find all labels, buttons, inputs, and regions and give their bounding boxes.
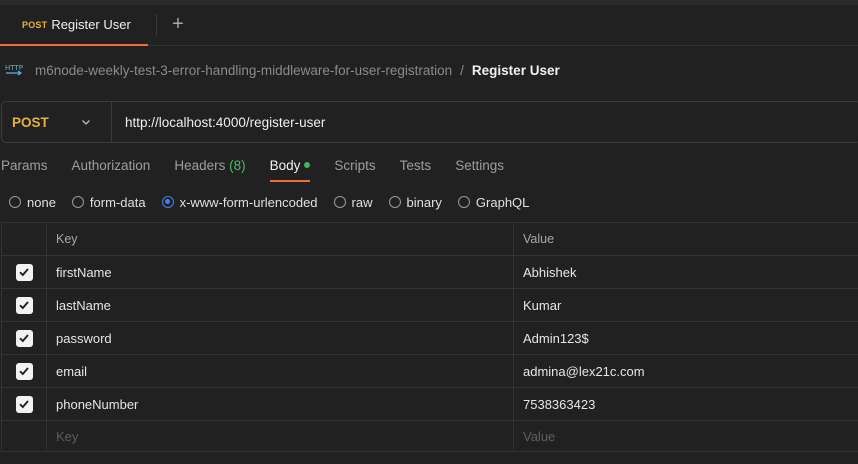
breadcrumb-separator: / [460,62,464,78]
radio-none[interactable]: none [9,195,56,210]
row-value[interactable]: Abhishek [514,256,858,288]
row-checkbox[interactable] [15,296,33,314]
radio-circle [71,196,84,208]
row-checkbox[interactable] [15,362,33,380]
table-row: phoneNumber 7538363423 [2,388,858,421]
row-checkbox-cell [2,289,47,321]
url-bar: POST [1,101,858,143]
breadcrumb-collection[interactable]: m6node-weekly-test-3-error-handling-midd… [35,63,452,78]
checkmark-icon [19,334,29,343]
checkmark-icon [19,367,29,376]
body-indicator-dot [304,162,311,169]
tab-divider [156,14,157,36]
body-params-table: Key Value firstName Abhishek lastName Ku… [1,222,858,452]
row-value[interactable]: 7538363423 [514,388,858,420]
tab-scripts[interactable]: Scripts [334,152,375,182]
row-key[interactable]: firstName [47,256,514,288]
method-select-value: POST [12,114,49,130]
table-row: firstName Abhishek [2,256,858,289]
row-value[interactable]: Admin123$ [514,322,858,354]
method-select[interactable]: POST [2,102,112,142]
tab-method-label: POST [22,19,48,30]
tab-headers-label: Headers [174,158,226,173]
table-row: password Admin123$ [2,322,858,355]
row-checkbox[interactable] [15,329,33,347]
tab-tests[interactable]: Tests [400,152,432,182]
row-key[interactable]: email [47,355,514,387]
headers-count: (8) [229,158,246,173]
tab-settings[interactable]: Settings [455,152,504,182]
checkmark-icon [19,268,29,277]
radio-form-data[interactable]: form-data [71,194,146,210]
row-value[interactable]: Kumar [514,289,858,321]
table-row-new: Key Value [2,421,858,452]
tab-name-label: Register User [51,17,131,32]
row-checkbox-cell [2,388,47,420]
radio-label: raw [351,194,373,210]
row-value[interactable]: admina@lex21c.com [514,355,858,387]
table-row: email admina@lex21c.com [2,355,858,388]
tab-params[interactable]: Params [1,152,48,182]
radio-circle [457,196,470,208]
row-checkbox-cell [2,355,47,387]
radio-graphql[interactable]: GraphQL [457,194,530,210]
row-key[interactable]: password [47,322,514,354]
tab-register-user[interactable]: POST Register User [0,5,148,46]
column-header-key: Key [47,223,514,255]
radio-label: GraphQL [475,194,530,210]
radio-x-www-form-urlencoded[interactable]: x-www-form-urlencoded [161,194,318,210]
tab-authorization[interactable]: Authorization [72,152,151,182]
row-checkbox-cell [2,256,47,288]
radio-label: none [27,194,56,210]
table-row: lastName Kumar [2,289,858,322]
radio-circle-selected [161,196,174,208]
radio-label: binary [406,194,442,210]
breadcrumb: HTTP m6node-weekly-test-3-error-handling… [0,56,858,84]
table-header-row: Key Value [2,223,858,256]
radio-binary[interactable]: binary [388,194,442,210]
row-checkbox[interactable] [15,395,33,413]
row-checkbox-cell [2,322,47,354]
http-icon: HTTP [5,64,23,76]
tab-body-label: Body [269,158,301,173]
breadcrumb-current[interactable]: Register User [472,63,560,78]
request-section-tabs: Params Authorization Headers (8) Body Sc… [0,152,858,182]
checkmark-icon [19,301,29,310]
body-type-options: none form-data x-www-form-urlencoded raw… [0,190,858,214]
new-key-input[interactable]: Key [47,421,514,452]
row-key[interactable]: phoneNumber [47,388,514,420]
new-value-input[interactable]: Value [514,421,858,452]
radio-circle [388,196,401,208]
radio-label: form-data [89,194,146,210]
radio-circle [9,196,21,208]
radio-circle [333,196,346,208]
row-key[interactable]: lastName [47,289,514,321]
radio-label: x-www-form-urlencoded [179,194,318,210]
row-checkbox-cell [2,421,47,452]
new-tab-button[interactable]: + [168,13,188,35]
tab-headers[interactable]: Headers (8) [174,152,245,182]
column-header-value: Value [523,232,555,246]
header-checkbox-cell [2,223,47,255]
checkmark-icon [19,400,29,409]
request-tab-bar: POST Register User + [0,0,858,46]
chevron-down-icon [82,120,90,125]
url-input[interactable] [125,107,825,137]
radio-raw[interactable]: raw [333,194,373,210]
svg-text:HTTP: HTTP [5,64,23,72]
tab-body[interactable]: Body [269,152,311,182]
row-checkbox[interactable] [15,263,33,281]
